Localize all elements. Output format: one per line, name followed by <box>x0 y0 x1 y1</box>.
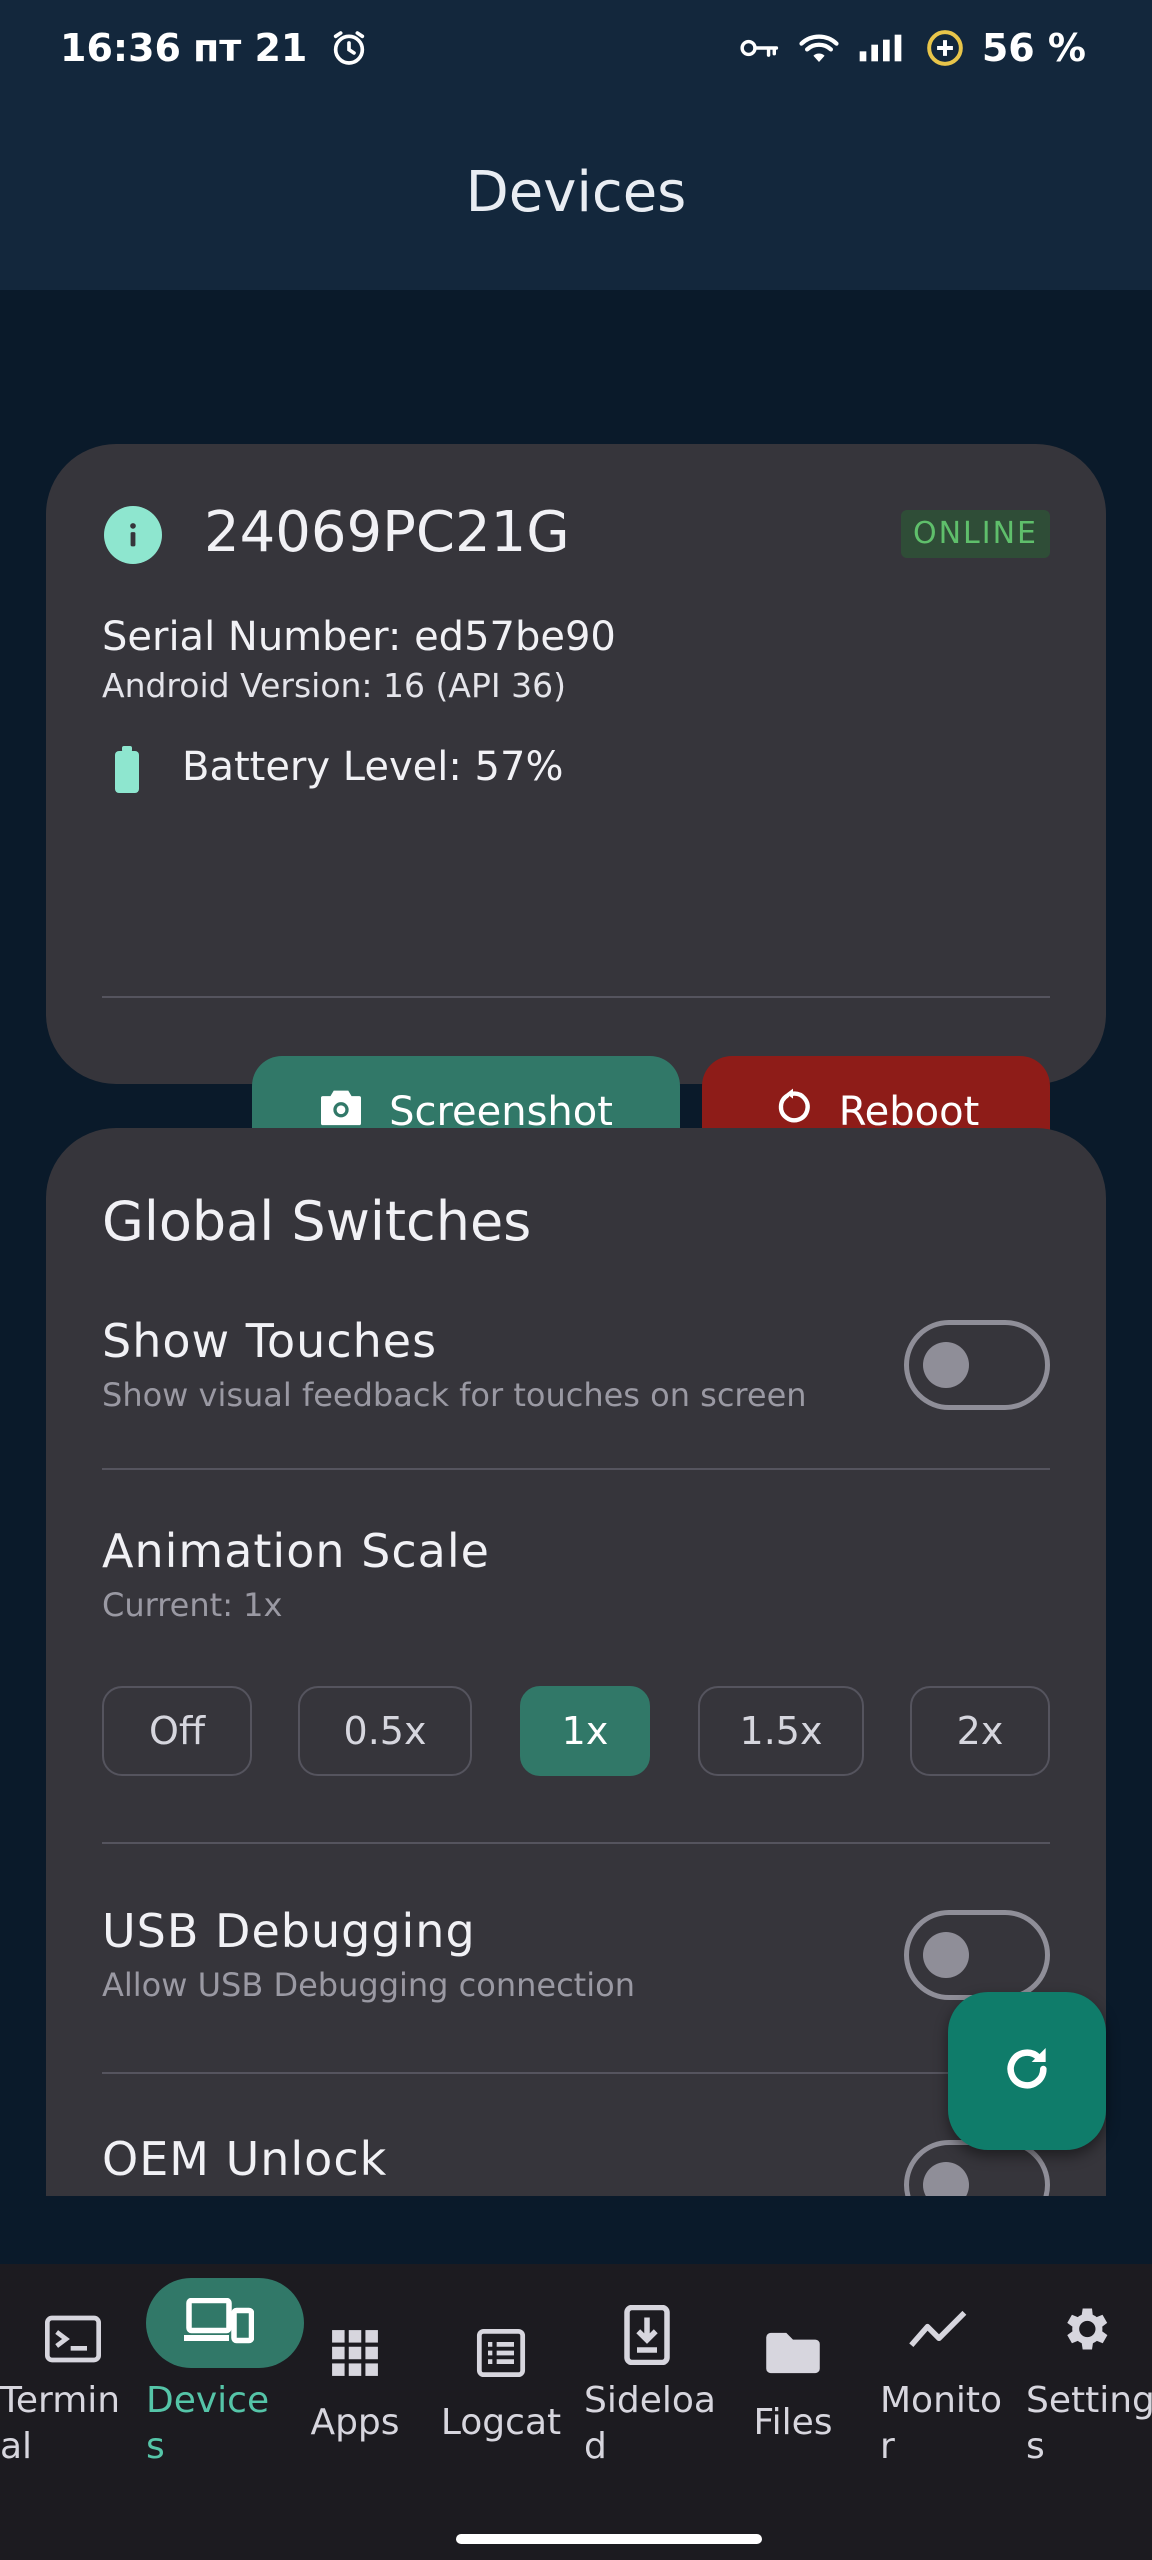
device-model: 24069PC21G <box>204 500 570 565</box>
nav-item-settings[interactable]: Setting s <box>1012 2264 1152 2524</box>
usb-debugging-subtitle: Allow USB Debugging connection <box>102 1966 635 2004</box>
toggle-knob <box>923 1932 969 1978</box>
usb-debugging-title: USB Debugging <box>102 1904 476 1958</box>
device-card: 24069PC21G ONLINE Serial Number: ed57be9… <box>46 444 1106 1168</box>
card-divider <box>102 996 1050 998</box>
scale-option-1x[interactable]: 1x <box>520 1686 650 1776</box>
row-divider <box>102 1468 1050 1470</box>
status-time: 16:36 <box>60 26 181 70</box>
page-title: Devices <box>465 160 687 225</box>
scale-option-0-5x[interactable]: 0.5x <box>298 1686 472 1776</box>
bottom-navigation: Termin al Device s Apps Logcat Sideloa d… <box>0 2264 1152 2560</box>
section-title: Global Switches <box>102 1190 532 1253</box>
folder-icon <box>720 2308 866 2398</box>
nav-item-files[interactable]: Files <box>720 2264 866 2524</box>
nav-item-apps[interactable]: Apps <box>282 2264 428 2524</box>
top-app-bar: Devices <box>0 100 1152 290</box>
row-divider <box>102 2072 1050 2074</box>
nav-label-monitor: Monito r <box>880 2380 1003 2467</box>
battery-saver-icon <box>926 29 964 67</box>
status-date: пт 21 <box>192 26 308 70</box>
show-touches-toggle[interactable] <box>904 1320 1050 1410</box>
signal-icon <box>858 32 908 64</box>
nav-label-apps: Apps <box>310 2402 400 2443</box>
logcat-icon <box>428 2308 574 2398</box>
scale-option-1-5x[interactable]: 1.5x <box>698 1686 864 1776</box>
animation-scale-title: Animation Scale <box>102 1524 490 1578</box>
info-icon <box>104 506 162 564</box>
apps-grid-icon <box>282 2308 428 2398</box>
nav-item-devices[interactable]: Device s <box>146 2264 304 2524</box>
show-touches-title: Show Touches <box>102 1314 438 1368</box>
android-version: Android Version: 16 (API 36) <box>102 666 566 705</box>
home-indicator[interactable] <box>456 2534 762 2544</box>
toggle-knob <box>923 2162 969 2196</box>
nav-item-terminal[interactable]: Termin al <box>0 2264 146 2524</box>
nav-label-terminal: Termin al <box>0 2380 121 2467</box>
battery-percent: 56 % <box>981 26 1086 70</box>
show-touches-subtitle: Show visual feedback for touches on scre… <box>102 1376 807 1414</box>
settings-gear-icon <box>1012 2284 1152 2374</box>
terminal-icon <box>0 2294 146 2384</box>
wifi-icon <box>798 31 840 65</box>
nav-label-devices: Device s <box>146 2380 270 2467</box>
nav-label-sideload: Sideloa d <box>584 2380 716 2467</box>
content-scroll-area[interactable]: 24069PC21G ONLINE Serial Number: ed57be9… <box>0 290 1152 2196</box>
refresh-icon <box>999 2041 1055 2101</box>
scale-option-off[interactable]: Off <box>102 1686 252 1776</box>
status-badge: ONLINE <box>900 510 1050 558</box>
nav-label-logcat: Logcat <box>440 2402 562 2443</box>
vpn-key-icon <box>740 33 780 63</box>
animation-scale-subtitle: Current: 1x <box>102 1586 283 1624</box>
nav-item-sideload[interactable]: Sideloa d <box>574 2264 720 2524</box>
usb-debugging-toggle[interactable] <box>904 1910 1050 2000</box>
row-divider <box>102 1842 1050 1844</box>
scale-option-2x[interactable]: 2x <box>910 1686 1050 1776</box>
alarm-icon <box>329 28 369 68</box>
devices-icon <box>146 2278 292 2368</box>
sideload-icon <box>574 2290 720 2380</box>
nav-item-monitor[interactable]: Monito r <box>866 2264 1012 2524</box>
monitor-chart-icon <box>866 2284 1012 2374</box>
nav-label-files: Files <box>753 2402 833 2443</box>
status-bar: 16:36 пт 21 56 % <box>0 0 1152 100</box>
battery-level: Battery Level: 57% <box>182 744 564 790</box>
serial-number: Serial Number: ed57be90 <box>102 614 616 660</box>
global-switches-card: Global Switches Show Touches Show visual… <box>46 1128 1106 2196</box>
toggle-knob <box>923 1342 969 1388</box>
battery-icon <box>112 746 142 798</box>
oem-unlock-title: OEM Unlock <box>102 2132 388 2186</box>
refresh-fab[interactable] <box>948 1992 1106 2150</box>
nav-label-settings: Setting s <box>1026 2380 1152 2467</box>
nav-item-logcat[interactable]: Logcat <box>428 2264 574 2524</box>
